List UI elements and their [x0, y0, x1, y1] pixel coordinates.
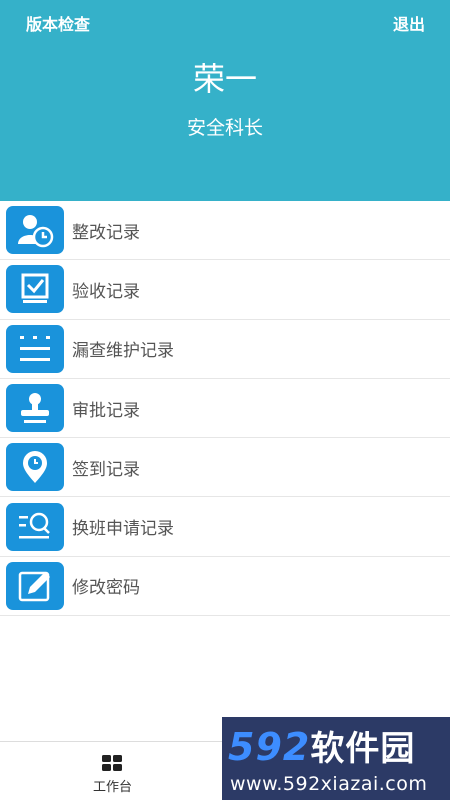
tab-workbench[interactable]: 工作台	[60, 742, 165, 800]
watermark-title: 592软件园	[228, 721, 415, 770]
menu-item-checkin-records[interactable]: 签到记录	[0, 438, 450, 498]
edit-icon	[6, 561, 64, 610]
user-role: 安全科长	[186, 117, 263, 139]
menu-item-acceptance-records[interactable]: 验收记录	[0, 260, 450, 320]
menu-item-label: 签到记录	[72, 459, 140, 480]
site-watermark: 592软件园 www.592xiazai.com	[222, 717, 450, 800]
stamp-icon	[6, 384, 64, 433]
watermark-url: www.592xiazai.com	[230, 773, 428, 795]
version-check-link[interactable]: 版本检查	[26, 11, 90, 35]
menu-item-label: 换班申请记录	[72, 519, 174, 540]
menu-item-label: 修改密码	[72, 578, 140, 599]
menu-item-rectification-records[interactable]: 整改记录	[0, 201, 450, 261]
user-clock-icon	[6, 206, 64, 255]
menu-item-label: 整改记录	[72, 222, 140, 243]
user-name: 荣一	[192, 60, 257, 98]
menu-item-label: 审批记录	[72, 400, 140, 421]
location-pin-icon	[6, 443, 64, 492]
menu-item-approval-records[interactable]: 审批记录	[0, 378, 450, 439]
watermark-cn: 软件园	[310, 729, 416, 769]
menu-item-inspection-maintenance-records[interactable]: 漏查维护记录	[0, 319, 450, 379]
list-icon	[6, 324, 64, 373]
menu-item-label: 验收记录	[72, 281, 140, 302]
watermark-number: 592	[228, 725, 311, 769]
menu-item-label: 漏查维护记录	[72, 341, 174, 362]
menu-list: 整改记录 验收记录 漏查维护记录 审批记录 签到记录 换班申请记录 修改密码	[0, 201, 450, 617]
grid-icon	[102, 755, 122, 771]
profile-header: 版本检查 退出 荣一 安全科长	[0, 0, 450, 201]
tab-workbench-label: 工作台	[92, 780, 132, 795]
menu-item-change-password[interactable]: 修改密码	[0, 556, 450, 617]
menu-item-shift-change-records[interactable]: 换班申请记录	[0, 497, 450, 557]
search-list-icon	[6, 502, 64, 551]
checkbox-icon	[6, 265, 64, 314]
logout-link[interactable]: 退出	[393, 11, 425, 35]
